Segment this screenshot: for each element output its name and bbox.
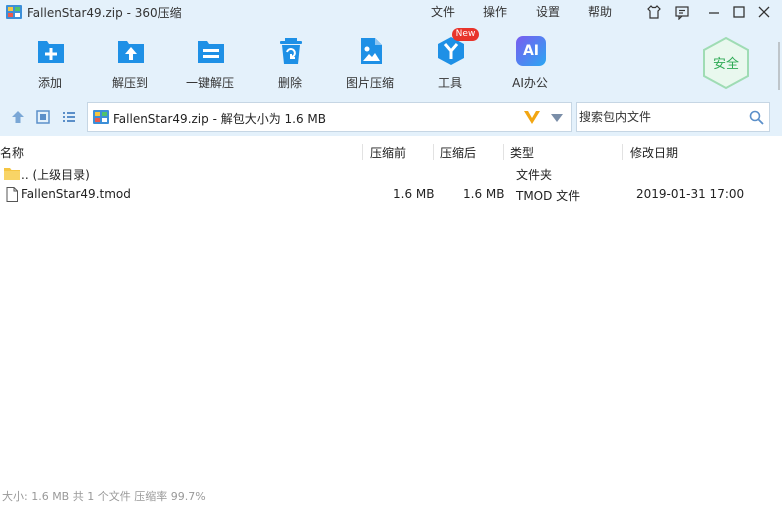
window-title: FallenStar49.zip - 360压缩 [27, 6, 182, 20]
list-item-parent[interactable]: .. (上级目录) 文件夹 [0, 164, 778, 184]
address-path: FallenStar49.zip - 解包大小为 1.6 MB [113, 112, 327, 126]
file-list-header: 名称 压缩前 压缩后 类型 修改日期 [0, 143, 778, 161]
top-panel: FallenStar49.zip - 360压缩 文件 操作 设置 帮助 添加 … [0, 0, 782, 100]
column-type[interactable]: 类型 [510, 144, 534, 161]
delete-label: 删除 [277, 76, 302, 90]
image-compress-button[interactable]: 图片压缩 [332, 36, 408, 92]
column-divider[interactable] [433, 144, 434, 160]
column-date[interactable]: 修改日期 [630, 144, 678, 161]
column-divider[interactable] [503, 144, 504, 160]
status-text: 大小: 1.6 MB 共 1 个文件 压缩率 99.7% [2, 490, 206, 503]
delete-icon [280, 38, 302, 64]
zip-archive-icon [93, 110, 109, 124]
side-handle-icon[interactable] [777, 36, 782, 96]
app-icon [6, 5, 22, 19]
security-status: 安全 [712, 57, 739, 72]
address-bar-row: FallenStar49.zip - 解包大小为 1.6 MB [0, 100, 782, 136]
file-icon [6, 187, 18, 202]
chevron-down-icon[interactable] [551, 114, 563, 122]
list-view-icon[interactable] [62, 110, 76, 124]
item-name: FallenStar49.tmod [21, 187, 131, 201]
one-click-extract-icon [198, 41, 224, 63]
menu-help[interactable]: 帮助 [588, 3, 612, 20]
extract-to-label: 解压到 [111, 76, 148, 90]
close-icon[interactable] [756, 4, 772, 20]
folder-icon [4, 168, 20, 180]
item-type: TMOD 文件 [516, 189, 581, 203]
extract-to-icon [118, 41, 144, 63]
address-field[interactable]: FallenStar49.zip - 解包大小为 1.6 MB [87, 102, 572, 132]
image-compress-icon [361, 38, 382, 64]
tools-label: 工具 [437, 76, 462, 90]
item-date: 2019-01-31 17:00 [636, 187, 745, 201]
menu-operate[interactable]: 操作 [483, 3, 507, 20]
image-compress-label: 图片压缩 [345, 76, 394, 90]
minimize-icon[interactable] [706, 4, 722, 20]
list-item-file[interactable]: FallenStar49.tmod 1.6 MB 1.6 MB TMOD 文件 … [0, 185, 778, 205]
extract-to-button[interactable]: 解压到 [92, 36, 168, 92]
up-level-icon[interactable] [11, 110, 25, 124]
search-input[interactable] [579, 109, 739, 125]
ai-office-label: AI办公 [512, 76, 548, 90]
item-name: .. (上级目录) [21, 168, 90, 182]
status-bar: 大小: 1.6 MB 共 1 个文件 压缩率 99.7% [0, 484, 782, 505]
tools-button[interactable]: 工具 [412, 36, 488, 92]
column-divider[interactable] [622, 144, 623, 160]
thumbnail-view-icon[interactable] [36, 110, 50, 124]
feedback-icon[interactable] [674, 4, 690, 20]
new-badge: New [452, 28, 479, 41]
column-after[interactable]: 压缩后 [440, 144, 476, 161]
add-button[interactable]: 添加 [12, 36, 88, 92]
menu-file[interactable]: 文件 [431, 3, 455, 20]
delete-button[interactable]: 删除 [252, 36, 328, 92]
vip-icon[interactable] [523, 109, 541, 125]
column-name[interactable]: 名称 [0, 144, 24, 161]
ai-office-icon: AI [516, 36, 546, 66]
item-size-before: 1.6 MB [393, 187, 435, 201]
menu-settings[interactable]: 设置 [536, 3, 560, 20]
one-click-extract-label: 一键解压 [185, 76, 234, 90]
column-divider[interactable] [362, 144, 363, 160]
skin-icon[interactable] [646, 4, 662, 20]
item-size-after: 1.6 MB [463, 187, 505, 201]
ai-office-button[interactable]: AI AI办公 [492, 36, 568, 92]
item-type: 文件夹 [516, 168, 553, 182]
search-box [576, 102, 770, 132]
one-click-extract-button[interactable]: 一键解压 [172, 36, 248, 92]
add-label: 添加 [37, 76, 62, 90]
add-icon [38, 41, 64, 63]
maximize-icon[interactable] [731, 4, 747, 20]
column-before[interactable]: 压缩前 [370, 144, 406, 161]
title-bar: FallenStar49.zip - 360压缩 文件 操作 设置 帮助 [0, 0, 782, 24]
search-icon[interactable] [749, 110, 764, 125]
